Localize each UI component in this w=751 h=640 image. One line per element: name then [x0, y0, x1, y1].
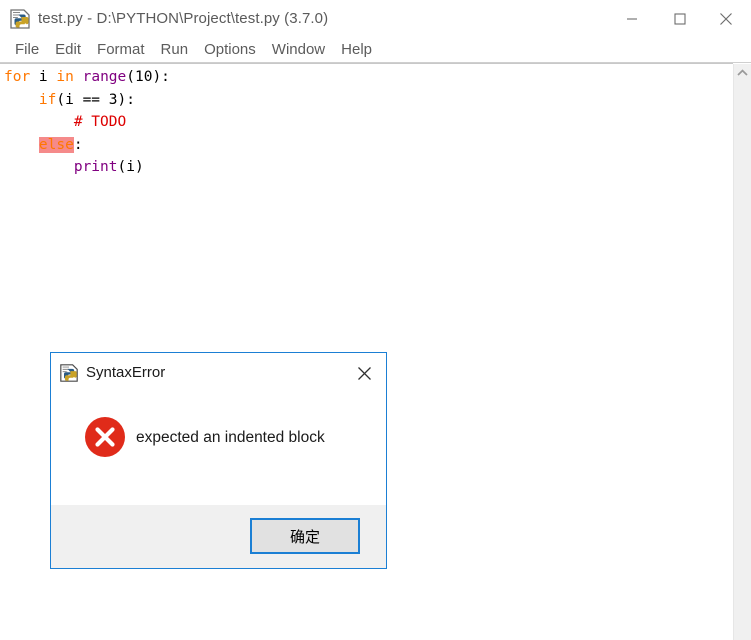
ok-button[interactable]: 确定 [250, 518, 360, 554]
menu-item-run[interactable]: Run [153, 39, 197, 61]
menu-bar: File Edit Format Run Options Window Help [0, 38, 751, 63]
token-keyword-if: if [38, 91, 57, 108]
menu-item-help[interactable]: Help [333, 39, 380, 61]
maximize-icon [674, 13, 686, 25]
dialog-message: expected an indented block [136, 429, 325, 446]
error-circle-x-icon [84, 416, 126, 458]
chevron-up-icon [737, 68, 748, 76]
menu-item-window[interactable]: Window [264, 39, 333, 61]
dialog-close-button[interactable] [342, 353, 386, 393]
menu-item-edit[interactable]: Edit [47, 39, 89, 61]
window-titlebar[interactable]: test.py - D:\PYTHON\Project\test.py (3.7… [0, 0, 751, 39]
scroll-up-button[interactable] [734, 64, 751, 81]
minimize-button[interactable] [609, 0, 655, 38]
minimize-icon [627, 18, 637, 20]
code-text[interactable]: for i in range(10): if(i == 3): # TODO e… [4, 66, 170, 179]
dialog-titlebar[interactable]: SyntaxError [51, 353, 386, 393]
close-icon [720, 13, 732, 25]
close-icon [357, 366, 371, 380]
dialog-title: SyntaxError [86, 364, 166, 381]
token-comment-todo: # TODO [73, 114, 127, 130]
token-error-else: else [38, 136, 74, 153]
close-button[interactable] [703, 0, 749, 38]
token-keyword-in: in [56, 69, 74, 85]
menu-item-file[interactable]: File [7, 39, 47, 61]
dialog-footer: 确定 [51, 505, 386, 568]
editor-top-divider [0, 63, 733, 64]
token-keyword-for: for [4, 69, 31, 85]
window-title: test.py - D:\PYTHON\Project\test.py (3.7… [38, 10, 329, 27]
vertical-scrollbar[interactable] [733, 64, 751, 640]
token-builtin-range: range [82, 69, 127, 85]
python-idle-icon [9, 8, 31, 30]
menu-item-format[interactable]: Format [89, 39, 153, 61]
dialog-body: expected an indented block [51, 393, 386, 505]
syntax-error-dialog: SyntaxError expected an indented block 确… [50, 352, 387, 569]
token-builtin-print: print [73, 159, 118, 175]
maximize-button[interactable] [657, 0, 703, 38]
menu-item-options[interactable]: Options [196, 39, 264, 61]
python-idle-icon [59, 363, 79, 383]
